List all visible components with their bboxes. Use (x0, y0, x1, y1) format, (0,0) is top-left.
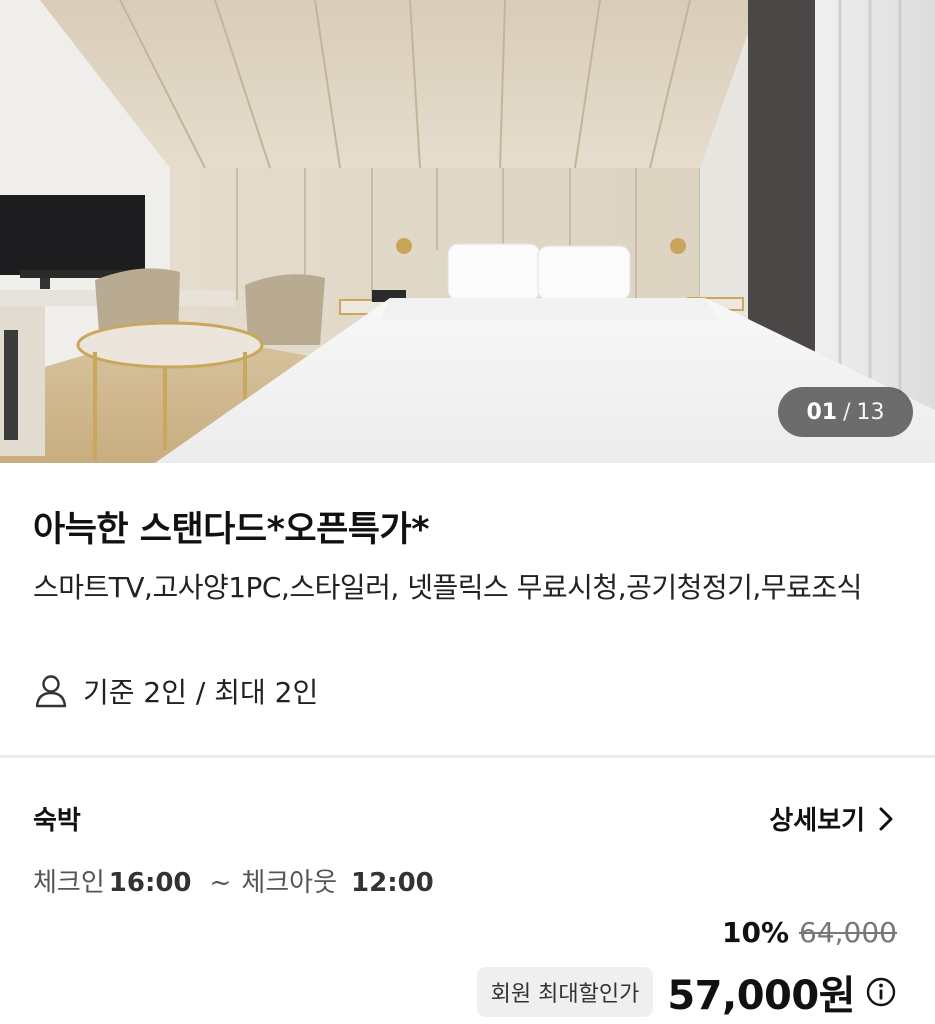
occupancy-row: 기준 2인 / 최대 2인 (33, 671, 318, 711)
person-icon (35, 675, 67, 708)
discount-percent: 10% (721, 916, 790, 949)
checkin-time: 16:00 (108, 868, 192, 898)
checkin-checkout-times: 체크인 16:00 ~ 체크아웃 12:00 (33, 862, 434, 899)
image-counter-current: 01 (806, 399, 838, 425)
checkout-time: 12:00 (351, 868, 434, 898)
details-button-label: 상세보기 (769, 806, 865, 836)
price-row: 회원 최대할인가 57,000원 (476, 963, 897, 1021)
checkin-label: 체크인 (33, 868, 105, 898)
time-range-tilde: ~ (209, 868, 232, 898)
discount-row: 10% 64,000 (722, 916, 897, 949)
occupancy-text: 기준 2인 / 최대 2인 (83, 676, 319, 709)
image-counter-separator: / (843, 399, 851, 425)
member-discount-badge: 회원 최대할인가 (476, 967, 654, 1017)
chevron-right-icon (879, 807, 893, 830)
room-photo[interactable]: 01 / 13 (0, 0, 935, 463)
room-amenities: 스마트TV,고사양1PC,스타일러, 넷플릭스 무료시청,공기청정기,무료조식 (33, 571, 862, 604)
image-counter-total: 13 (856, 399, 885, 425)
image-counter: 01 / 13 (778, 387, 913, 437)
final-price: 57,000원 (667, 973, 855, 1019)
stay-type-label: 숙박 (33, 806, 81, 836)
original-price: 64,000 (799, 916, 897, 949)
room-info: 아늑한 스탠다드*오픈특가* 스마트TV,고사양1PC,스타일러, 넷플릭스 무… (0, 463, 935, 755)
details-button[interactable]: 상세보기 (769, 800, 893, 837)
room-title: 아늑한 스탠다드*오픈특가* (33, 510, 430, 550)
info-icon[interactable] (865, 976, 897, 1008)
checkout-label: 체크아웃 (241, 868, 338, 898)
rate-section: 숙박 상세보기 체크인 16:00 ~ 체크아웃 12:00 10% 64,00… (0, 758, 935, 1024)
